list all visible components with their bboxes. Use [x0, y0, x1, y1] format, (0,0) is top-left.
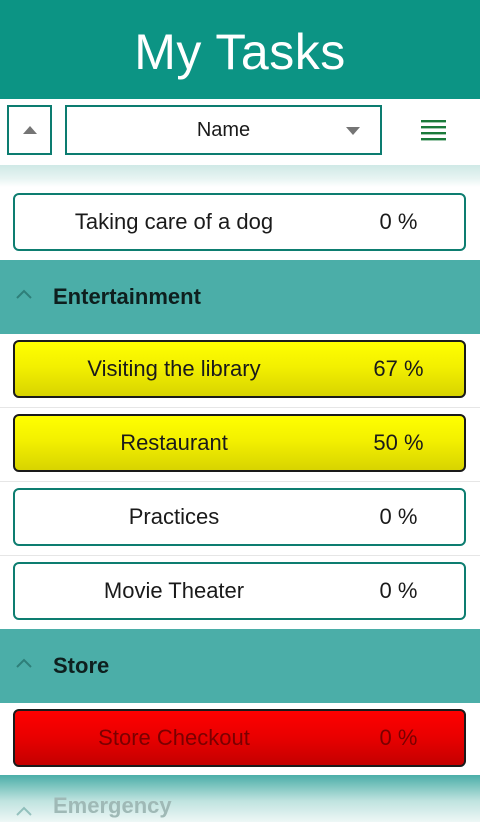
- task-card[interactable]: Taking care of a dog 0 %: [13, 193, 466, 251]
- group-header-emergency[interactable]: Emergency: [0, 775, 480, 822]
- task-progress: 0 %: [379, 725, 418, 750]
- chevron-up-icon: [16, 289, 32, 299]
- group-header-store[interactable]: Store: [0, 629, 480, 703]
- group-title: Entertainment: [53, 284, 201, 309]
- task-card[interactable]: Visiting the library 67 %: [13, 340, 466, 398]
- task-list[interactable]: Taking care of a dog 0 % Entertainment V…: [0, 165, 480, 822]
- list-item: Practices 0 %: [0, 482, 480, 556]
- sort-field-value: Name: [196, 118, 251, 141]
- list-top-fade: [0, 165, 480, 187]
- task-progress: 0 %: [379, 209, 418, 234]
- task-progress: 0 %: [379, 578, 418, 603]
- task-progress: 0 %: [379, 504, 418, 529]
- list-item: Taking care of a dog 0 %: [0, 187, 480, 261]
- list-item: Store Checkout 0 %: [0, 703, 480, 777]
- group-title: Store: [53, 653, 110, 678]
- sort-direction-button[interactable]: [7, 105, 52, 155]
- chevron-up-icon: [16, 806, 32, 816]
- sort-toolbar: Name: [0, 99, 480, 165]
- task-card[interactable]: Store Checkout 0 %: [13, 709, 466, 767]
- task-name: Taking care of a dog: [74, 209, 274, 234]
- hamburger-menu-icon[interactable]: [420, 119, 448, 141]
- title-bar: My Tasks: [0, 0, 480, 99]
- task-name: Store Checkout: [98, 725, 250, 750]
- list-item: Movie Theater 0 %: [0, 556, 480, 630]
- sort-field-select[interactable]: Name: [65, 105, 382, 155]
- task-progress: 67 %: [373, 356, 424, 381]
- list-item: Restaurant 50 %: [0, 408, 480, 482]
- task-name: Visiting the library: [87, 356, 261, 381]
- triangle-up-icon: [22, 126, 37, 134]
- chevron-up-icon: [16, 658, 32, 668]
- group-title: Emergency: [53, 793, 172, 818]
- task-name: Practices: [128, 504, 220, 529]
- task-name: Movie Theater: [103, 578, 245, 603]
- list-item: Visiting the library 67 %: [0, 334, 480, 408]
- task-progress: 50 %: [373, 430, 424, 455]
- task-card[interactable]: Practices 0 %: [13, 488, 466, 546]
- page-title: My Tasks: [134, 23, 346, 80]
- app-screen: My Tasks Name Taking care of a dog 0 % E…: [0, 0, 480, 822]
- group-header-entertainment[interactable]: Entertainment: [0, 260, 480, 334]
- triangle-down-icon: [346, 127, 360, 135]
- task-card[interactable]: Restaurant 50 %: [13, 414, 466, 472]
- task-card[interactable]: Movie Theater 0 %: [13, 562, 466, 620]
- task-name: Restaurant: [120, 430, 228, 455]
